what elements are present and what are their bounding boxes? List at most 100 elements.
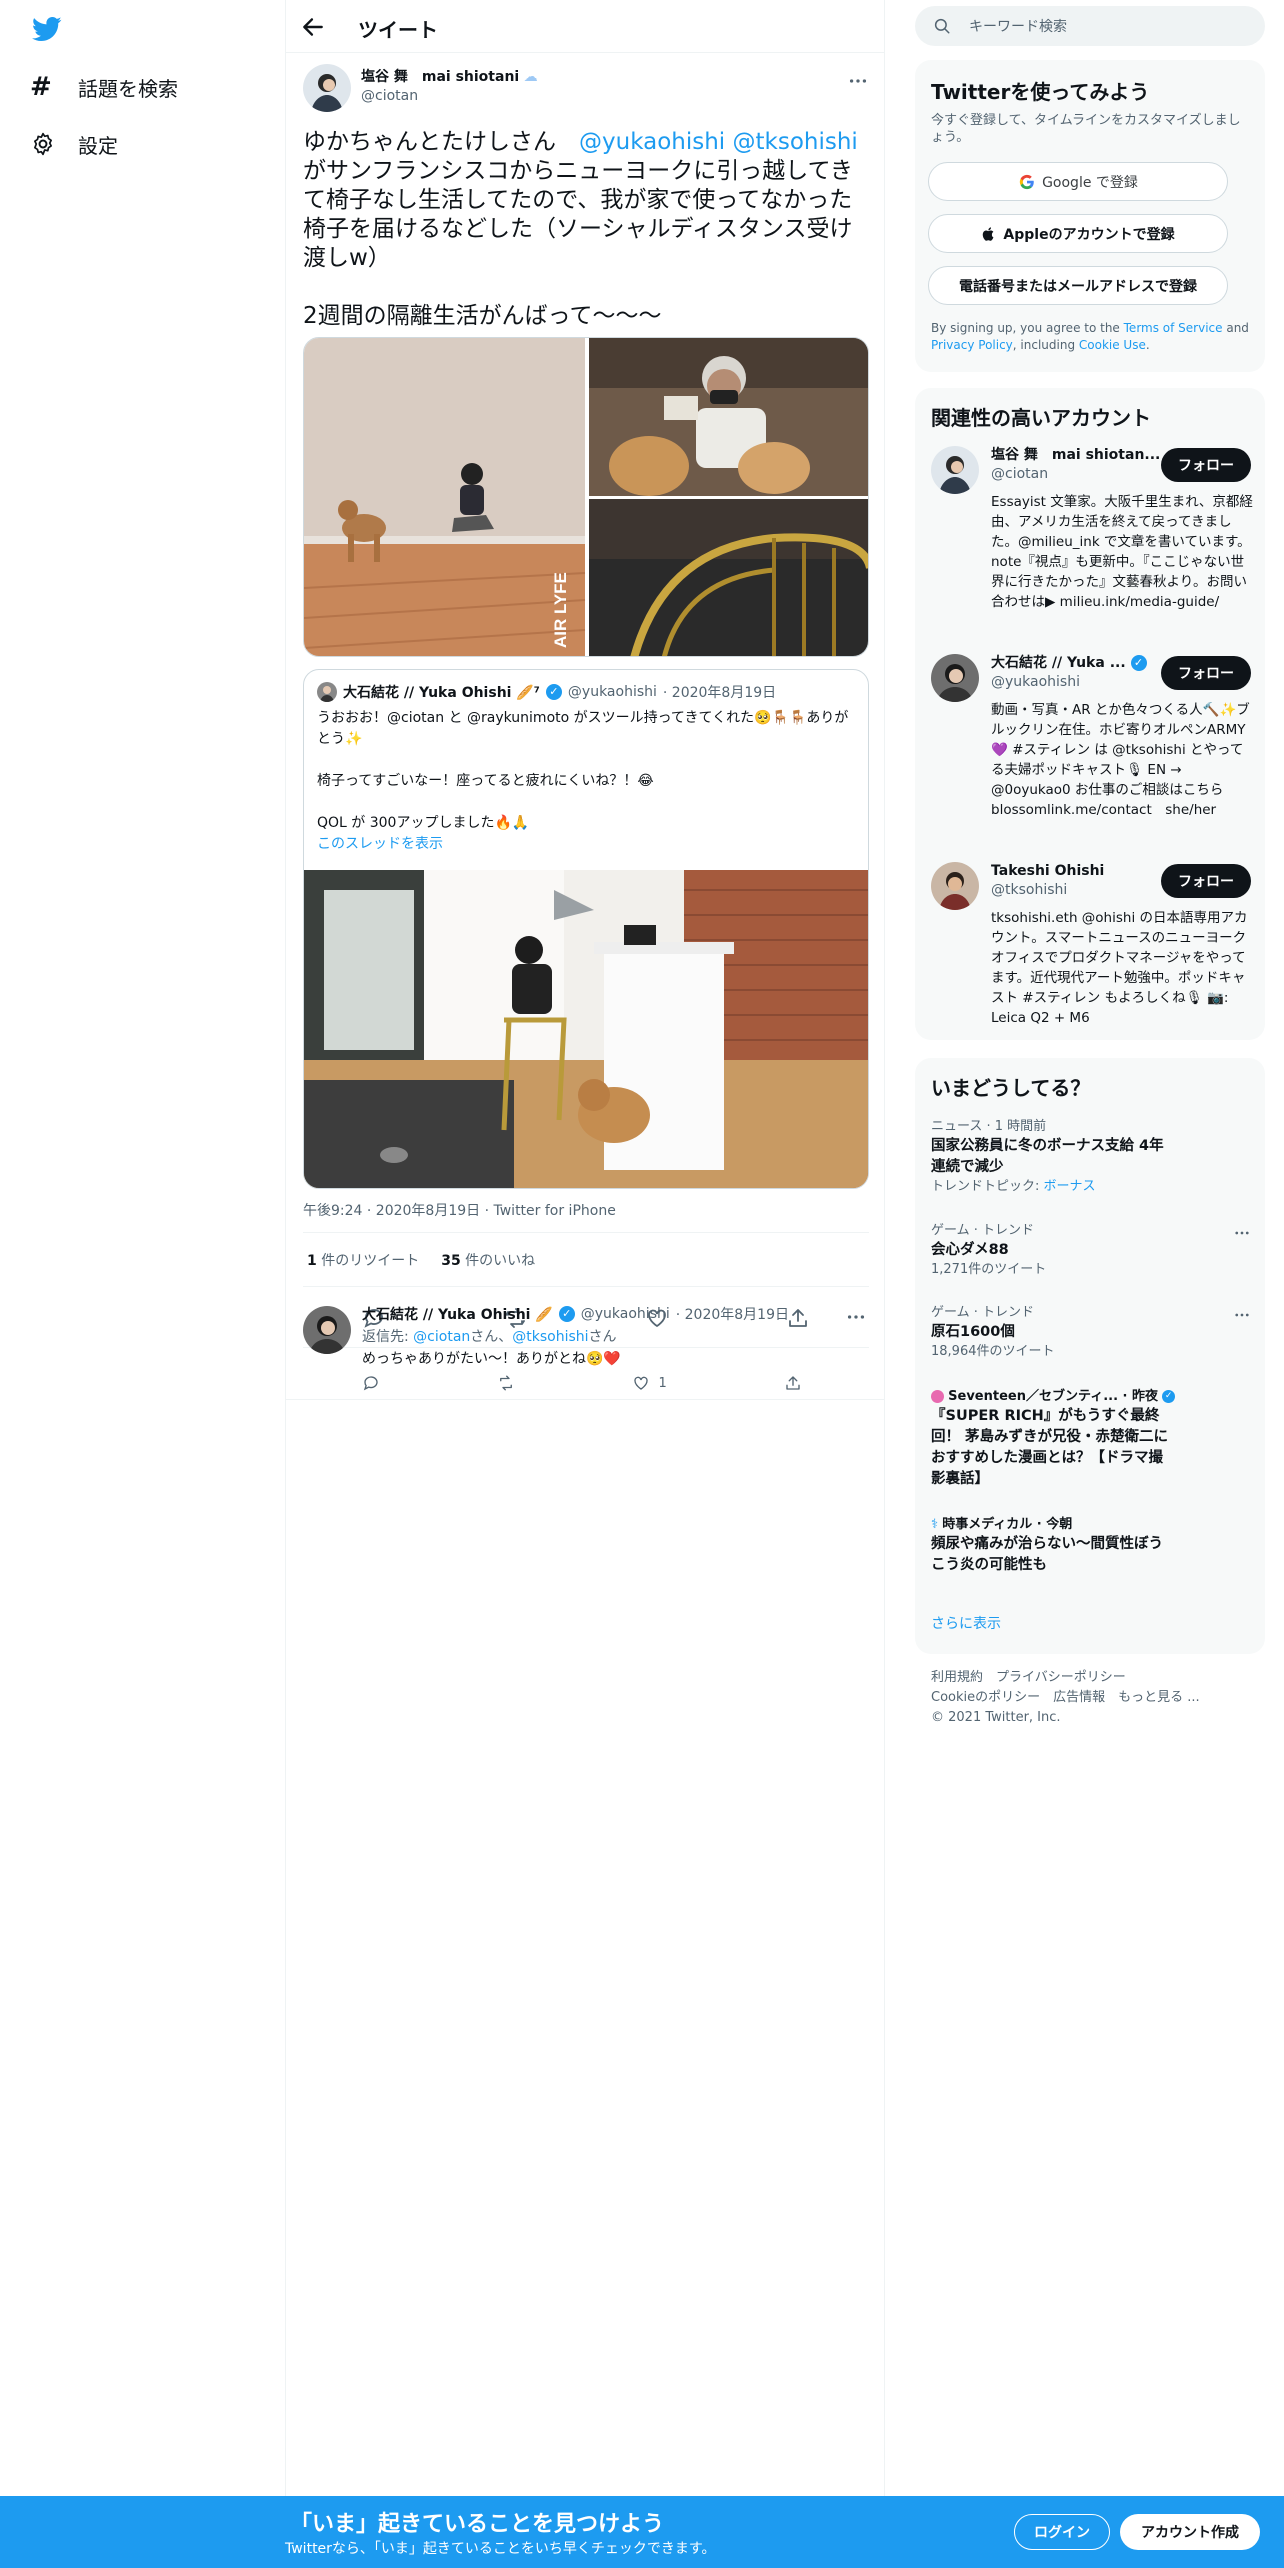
trend-topic-link[interactable]: ボーナス	[1044, 1179, 1096, 1194]
reply-to: 返信先: @ciotanさん、@tksohishiさん	[362, 1326, 617, 1346]
search-input[interactable]: キーワード検索	[969, 16, 1067, 36]
retweet-count[interactable]: 1 件のリツイート	[307, 1250, 419, 1270]
author-name[interactable]: 塩谷 舞 mai shiotani	[361, 69, 519, 85]
mention-link[interactable]: @yukaohishi	[579, 129, 725, 155]
follow-button[interactable]: フォロー	[1161, 448, 1251, 482]
like-count[interactable]: 35 件のいいね	[441, 1250, 535, 1270]
privacy-link[interactable]: Privacy Policy	[931, 338, 1013, 352]
account-name[interactable]: Takeshi Ohishi	[991, 862, 1161, 881]
tweet-media-grid[interactable]: AIR LYFE	[303, 337, 869, 657]
show-more-link[interactable]: さらに表示	[931, 1613, 1001, 1633]
search-box[interactable]: キーワード検索	[915, 6, 1265, 46]
reply-tweet[interactable]: 大石結花 // Yuka Ohishi 🥖 ✓ @yukaohishi · 20…	[286, 1290, 884, 1400]
account-handle[interactable]: @yukaohishi	[991, 674, 1080, 690]
copyright: © 2021 Twitter, Inc.	[931, 1710, 1061, 1725]
media-photos[interactable]: AIR LYFE	[304, 338, 869, 657]
more-options-icon[interactable]	[845, 1306, 867, 1328]
quoted-text: うおおお！@ciotan と @raykunimoto がスツール持ってきてくれ…	[317, 708, 857, 855]
trend-item[interactable]: ⚕ 時事メディカル · 今朝 頻尿や痛みが治らない～間質性ぼうこう炎の可能性も	[931, 1516, 1251, 1576]
signup-title: Twitterを使ってみよう	[931, 80, 1150, 104]
account-name[interactable]: 塩谷 舞 mai shiotan...	[991, 446, 1161, 465]
login-button[interactable]: ログイン	[1014, 2514, 1110, 2550]
tweet-timestamp[interactable]: 午後9:24 · 2020年8月19日 · Twitter for iPhone	[303, 1200, 616, 1220]
account-bio: tksohishi.eth @ohishi の日本語専用アカウント。スマートニュ…	[991, 910, 1248, 1026]
more-options-icon[interactable]	[1233, 1306, 1251, 1324]
page-title: ツイート	[358, 18, 438, 42]
footer-line[interactable]: Cookieのポリシー 広告情報 もっと見る ...	[931, 1688, 1251, 1708]
reply-to-sep: さん、	[470, 1329, 513, 1345]
reply-date[interactable]: · 2020年8月19日	[676, 1304, 789, 1324]
mention-link[interactable]: @tksohishi	[512, 1329, 588, 1345]
trend-category: ニュース · 1 時間前	[931, 1119, 1047, 1134]
signup-subtitle: 今すぐ登録して、タイムラインをカスタマイズしましょう。	[931, 113, 1241, 145]
nav-explore[interactable]: # 話題を検索	[30, 67, 178, 107]
cookie-link[interactable]: Cookie Use	[1079, 338, 1146, 352]
quoted-tweet[interactable]: 大石結花 // Yuka Ohishi 🥖⁷ ✓ @yukaohishi · 2…	[303, 669, 869, 1189]
mention-link[interactable]: @tksohishi	[733, 129, 858, 155]
share-icon[interactable]	[784, 1374, 802, 1392]
quoted-author-name: 大石結花 // Yuka Ohishi 🥖⁷	[343, 685, 540, 701]
trend-item[interactable]: ゲーム · トレンド 会心ダメ88 1,271件のツイート	[931, 1222, 1251, 1279]
apple-signup-button[interactable]: Appleのアカウントで登録	[928, 214, 1228, 253]
account-handle[interactable]: @ciotan	[991, 466, 1048, 482]
account-handle[interactable]: @tksohishi	[991, 882, 1067, 898]
avatar[interactable]	[931, 446, 979, 494]
signup-legal: By signing up, you agree to the Terms of…	[931, 320, 1251, 354]
account-name[interactable]: 大石結花 // Yuka ... ✓	[991, 654, 1161, 673]
nav-explore-label: 話題を検索	[78, 76, 178, 101]
trends-title: いまどうしてる？	[931, 1076, 1091, 1100]
reply-icon[interactable]	[362, 1374, 380, 1392]
quoted-photo[interactable]	[304, 870, 869, 1189]
avatar[interactable]	[303, 64, 351, 112]
apple-signup-label: Appleのアカウントで登録	[1003, 226, 1175, 243]
phone-signup-button[interactable]: 電話番号またはメールアドレスで登録	[928, 266, 1228, 305]
like-button[interactable]: 1	[632, 1374, 667, 1392]
tweet-text-part: ゆかちゃんとたけしさん	[303, 129, 579, 155]
trend-item[interactable]: ニュース · 1 時間前 国家公務員に冬のボーナス支給 4年連続で減少 トレンド…	[931, 1118, 1251, 1196]
like-count-number: 35	[441, 1252, 461, 1269]
more-options-icon[interactable]	[847, 70, 869, 92]
twitter-logo-icon[interactable]	[30, 14, 64, 44]
trend-item[interactable]: ゲーム · トレンド 原石1600個 18,964件のツイート	[931, 1304, 1251, 1361]
author-handle[interactable]: @ciotan	[361, 87, 538, 106]
terms-link[interactable]: Terms of Service	[1124, 321, 1223, 335]
tweet-text: ゆかちゃんとたけしさん @yukaohishi @tksohishi がサンフラン…	[303, 128, 863, 331]
hashtag-icon: #	[30, 72, 52, 102]
footer-line[interactable]: 利用規約 プライバシーポリシー	[931, 1668, 1251, 1688]
account-bio: 動画・写真・AR とか色々つくる人🔨✨ブルックリン在住。ホビ寄りオルペンARMY…	[991, 702, 1250, 818]
reply-author[interactable]: 大石結花 // Yuka Ohishi 🥖 ✓ @yukaohishi · 20…	[362, 1304, 789, 1324]
main-column: ツイート 塩谷 舞 mai shiotani ☁ @ciotan ゆかちゃんとた…	[285, 0, 885, 2496]
trend-item[interactable]: Seventeen／セブンティ... · 昨夜 ✓ 『SUPER RICH』がも…	[931, 1388, 1251, 1490]
trend-topic-label: トレンドトピック:	[931, 1179, 1044, 1194]
tweet-text-part: がサンフランシスコからニューヨークに引っ越してきて椅子なし生活してたので、我が家…	[303, 158, 853, 329]
tweet-author[interactable]: 塩谷 舞 mai shiotani ☁ @ciotan	[303, 64, 538, 112]
more-options-icon[interactable]	[1233, 1224, 1251, 1242]
bottom-bar-subtitle: Twitterなら、「いま」起きていることをいち早くチェックできます。	[285, 2541, 716, 2557]
legal-text: By signing up, you agree to the	[931, 321, 1124, 335]
avatar[interactable]	[303, 1306, 351, 1354]
reply-author-name[interactable]: 大石結花 // Yuka Ohishi 🥖	[362, 1304, 553, 1324]
quoted-author[interactable]: 大石結花 // Yuka Ohishi 🥖⁷ ✓ @yukaohishi · 2…	[317, 682, 776, 702]
signup-button[interactable]: アカウント作成	[1120, 2514, 1260, 2550]
follow-button[interactable]: フォロー	[1161, 656, 1251, 690]
trend-source: Seventeen／セブンティ... · 昨夜	[948, 1389, 1158, 1404]
reply-actions: 1	[362, 1374, 802, 1392]
bottom-signup-bar: 「いま」起きていることを見つけよう Twitterなら、「いま」起きていることを…	[0, 2496, 1284, 2568]
retweet-icon[interactable]	[497, 1374, 515, 1392]
show-thread-link[interactable]: このスレッドを表示	[317, 836, 443, 852]
quoted-author-handle: @yukaohishi	[567, 684, 657, 700]
trend-category: Seventeen／セブンティ... · 昨夜 ✓	[931, 1388, 1251, 1406]
avatar[interactable]	[931, 654, 979, 702]
reply-author-handle[interactable]: @yukaohishi	[581, 1306, 670, 1322]
avatar[interactable]	[931, 862, 979, 910]
follow-button[interactable]: フォロー	[1161, 864, 1251, 898]
related-title: 関連性の高いアカウント	[931, 406, 1151, 430]
verified-badge-icon: ✓	[545, 684, 562, 700]
nav-settings[interactable]: 設定	[30, 124, 118, 164]
google-signup-button[interactable]: Google で登録	[928, 162, 1228, 201]
mention-link[interactable]: @ciotan	[413, 1329, 470, 1345]
trend-title: 国家公務員に冬のボーナス支給 4年連続で減少	[931, 1138, 1164, 1175]
header: ツイート	[286, 0, 884, 53]
back-arrow-icon[interactable]	[300, 14, 326, 40]
like-icon	[634, 1376, 649, 1390]
